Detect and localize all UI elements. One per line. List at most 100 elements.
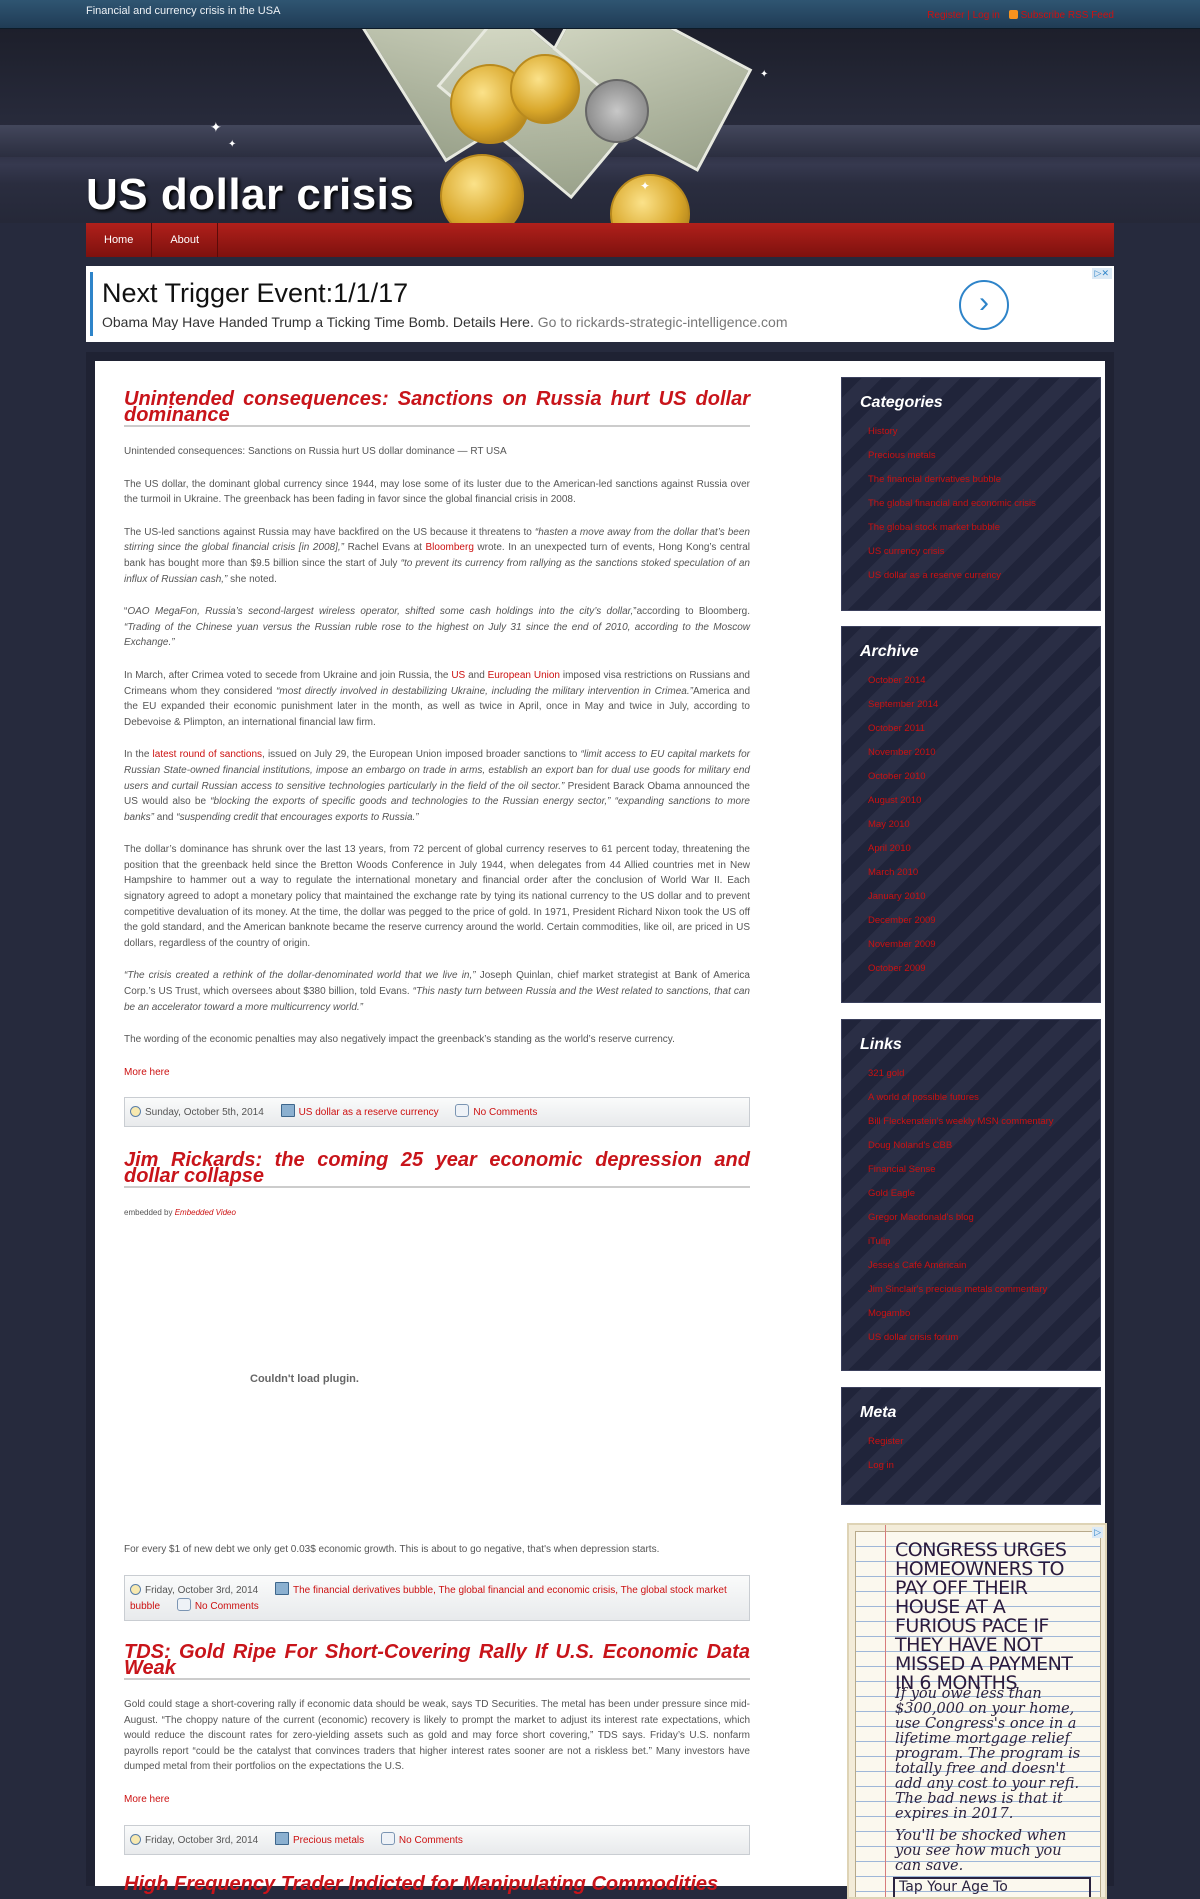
register-link[interactable]: Register bbox=[927, 10, 964, 21]
quote: “most directly involved in destabilizing… bbox=[276, 685, 693, 697]
meta-login-link[interactable]: Log in bbox=[868, 1460, 894, 1471]
sparkle-icon: ✦ bbox=[640, 179, 651, 193]
us-link[interactable]: US bbox=[451, 670, 465, 681]
categories-widget: Categories History Precious metals The f… bbox=[841, 377, 1101, 611]
blogroll-item[interactable]: Gregor Macdonald's blog bbox=[868, 1212, 974, 1223]
text: Rachel Evans at bbox=[344, 542, 426, 554]
comment-icon bbox=[380, 1831, 395, 1845]
post-body: Gold could stage a short-covering rally … bbox=[124, 1697, 750, 1808]
archive-item[interactable]: October 2014 bbox=[868, 675, 926, 686]
archive-item[interactable]: October 2009 bbox=[868, 963, 926, 974]
gold-coin-image bbox=[510, 54, 580, 124]
site-title[interactable]: US dollar crisis bbox=[86, 170, 414, 220]
paragraph: Gold could stage a short-covering rally … bbox=[124, 1699, 750, 1773]
eu-link[interactable]: European Union bbox=[488, 670, 560, 681]
category-item[interactable]: US currency crisis bbox=[868, 546, 945, 557]
sparkle-icon: ✦ bbox=[210, 119, 222, 135]
category-item[interactable]: The global financial and economic crisis bbox=[868, 498, 1036, 509]
archive-item[interactable]: September 2014 bbox=[868, 699, 938, 710]
blogroll-item[interactable]: Jesse's Café Américain bbox=[868, 1260, 966, 1271]
adchoices-icon[interactable]: ▷ bbox=[1092, 1527, 1103, 1538]
blogroll-item[interactable]: Gold Eagle bbox=[868, 1188, 915, 1199]
ad-headline[interactable]: CONGRESS URGES HOMEOWNERS TO PAY OFF THE… bbox=[895, 1541, 1087, 1693]
widget-title: Meta bbox=[860, 1404, 897, 1421]
blogroll-item[interactable]: 321 gold bbox=[868, 1068, 904, 1079]
text: and bbox=[154, 811, 177, 823]
comments-link[interactable]: No Comments bbox=[473, 1107, 537, 1118]
rss-link[interactable]: Subscribe RSS Feed bbox=[1021, 10, 1114, 21]
text: The US-led sanctions against Russia may … bbox=[124, 526, 535, 538]
archive-item[interactable]: August 2010 bbox=[868, 795, 921, 806]
category-icon bbox=[274, 1831, 289, 1845]
post: High Frequency Trader Indicted for Manip… bbox=[124, 1874, 750, 1894]
post-title[interactable]: Jim Rickards: the coming 25 year economi… bbox=[124, 1150, 750, 1188]
category-item[interactable]: History bbox=[868, 426, 898, 437]
text: embedded by bbox=[124, 1208, 175, 1217]
more-here-link[interactable]: More here bbox=[124, 1067, 170, 1078]
post-title[interactable]: High Frequency Trader Indicted for Manip… bbox=[124, 1874, 750, 1894]
post-title[interactable]: Unintended consequences: Sanctions on Ru… bbox=[124, 389, 750, 427]
ad-headline[interactable]: Next Trigger Event:1/1/17 bbox=[102, 278, 408, 309]
category-item[interactable]: Precious metals bbox=[868, 450, 936, 461]
archive-item[interactable]: December 2009 bbox=[868, 915, 936, 926]
ad-text: You'll be shocked when you see how much … bbox=[895, 1828, 1067, 1874]
archive-item[interactable]: May 2010 bbox=[868, 819, 910, 830]
meta-widget: Meta Register Log in bbox=[841, 1387, 1101, 1505]
silver-coin-image bbox=[585, 79, 649, 143]
ad-text: If you owe less than $300,000 on your ho… bbox=[895, 1686, 1081, 1822]
archive-item[interactable]: November 2010 bbox=[868, 747, 936, 758]
blogroll-item[interactable]: iTulip bbox=[868, 1236, 890, 1247]
header-money-art bbox=[360, 29, 830, 223]
plugin-error: Couldn't load plugin. bbox=[250, 1373, 359, 1385]
category-link[interactable]: US dollar as a reserve currency bbox=[299, 1107, 439, 1118]
nav-about[interactable]: About bbox=[152, 223, 219, 257]
archive-item[interactable]: October 2010 bbox=[868, 771, 926, 782]
adchoices-icon[interactable]: ▷✕ bbox=[1091, 268, 1112, 279]
sidebar-ad[interactable]: CONGRESS URGES HOMEOWNERS TO PAY OFF THE… bbox=[847, 1523, 1107, 1899]
post-date: Friday, October 3rd, 2014 bbox=[145, 1834, 259, 1846]
widget-title: Archive bbox=[860, 643, 919, 660]
comment-icon bbox=[455, 1104, 470, 1118]
archive-item[interactable]: January 2010 bbox=[868, 891, 926, 902]
embedded-video-link[interactable]: Embedded Video bbox=[175, 1208, 236, 1217]
blogroll-item[interactable]: A world of possible futures bbox=[868, 1092, 979, 1103]
post-title[interactable]: TDS: Gold Ripe For Short-Covering Rally … bbox=[124, 1642, 750, 1680]
ad-description: Obama May Have Handed Trump a Ticking Ti… bbox=[102, 314, 534, 330]
blogroll-item[interactable]: US dollar crisis forum bbox=[868, 1332, 958, 1343]
comments-link[interactable]: No Comments bbox=[195, 1601, 259, 1612]
blogroll-item[interactable]: Mogambo bbox=[868, 1308, 910, 1319]
blogroll-item[interactable]: Financial Sense bbox=[868, 1164, 936, 1175]
chevron-right-icon[interactable]: › bbox=[959, 280, 1009, 330]
category-link[interactable]: Precious metals bbox=[293, 1835, 364, 1846]
comments-link[interactable]: No Comments bbox=[399, 1835, 463, 1846]
top-links: Register | Log in Subscribe RSS Feed bbox=[927, 10, 1114, 21]
clock-icon bbox=[130, 1106, 141, 1118]
nav-home[interactable]: Home bbox=[86, 223, 153, 257]
archive-item[interactable]: April 2010 bbox=[868, 843, 911, 854]
category-item[interactable]: The financial derivatives bubble bbox=[868, 474, 1001, 485]
login-link[interactable]: Log in bbox=[973, 10, 1000, 21]
ad-cta-button[interactable]: Tap Your Age To bbox=[893, 1877, 1091, 1897]
category-item[interactable]: The global stock market bubble bbox=[868, 522, 1000, 533]
text: , issued on July 29, the European Union … bbox=[262, 749, 581, 761]
archive-item[interactable]: March 2010 bbox=[868, 867, 918, 878]
paragraph: More here bbox=[124, 1065, 750, 1081]
category-item[interactable]: US dollar as a reserve currency bbox=[868, 570, 1001, 581]
archive-item[interactable]: October 2011 bbox=[868, 723, 925, 734]
archive-item[interactable]: November 2009 bbox=[868, 939, 936, 950]
ad-banner[interactable]: Next Trigger Event:1/1/17 Obama May Have… bbox=[86, 266, 1114, 342]
blogroll-item[interactable]: Bill Fleckenstein's weekly MSN commentar… bbox=[868, 1116, 1054, 1127]
blogroll-item[interactable]: Jim Sinclair's precious metals commentar… bbox=[868, 1284, 1047, 1295]
post-body: Unintended consequences: Sanctions on Ru… bbox=[124, 444, 750, 1080]
blogroll-item[interactable]: Doug Noland's CBB bbox=[868, 1140, 952, 1151]
ad-text[interactable]: Obama May Have Handed Trump a Ticking Ti… bbox=[102, 314, 788, 330]
meta-register-link[interactable]: Register bbox=[868, 1436, 903, 1447]
post: TDS: Gold Ripe For Short-Covering Rally … bbox=[124, 1642, 750, 1855]
bloomberg-link[interactable]: Bloomberg bbox=[426, 542, 474, 553]
post-body: For every $1 of new debt we only get 0.0… bbox=[124, 1542, 750, 1558]
more-here-link[interactable]: More here bbox=[124, 1794, 170, 1805]
sanctions-link[interactable]: latest round of sanctions bbox=[153, 749, 263, 760]
quote: OAO MegaFon, Russia’s second-largest wir… bbox=[127, 606, 634, 618]
comment-icon bbox=[176, 1597, 191, 1611]
video-plugin-area[interactable]: Couldn't load plugin. bbox=[124, 1217, 750, 1542]
